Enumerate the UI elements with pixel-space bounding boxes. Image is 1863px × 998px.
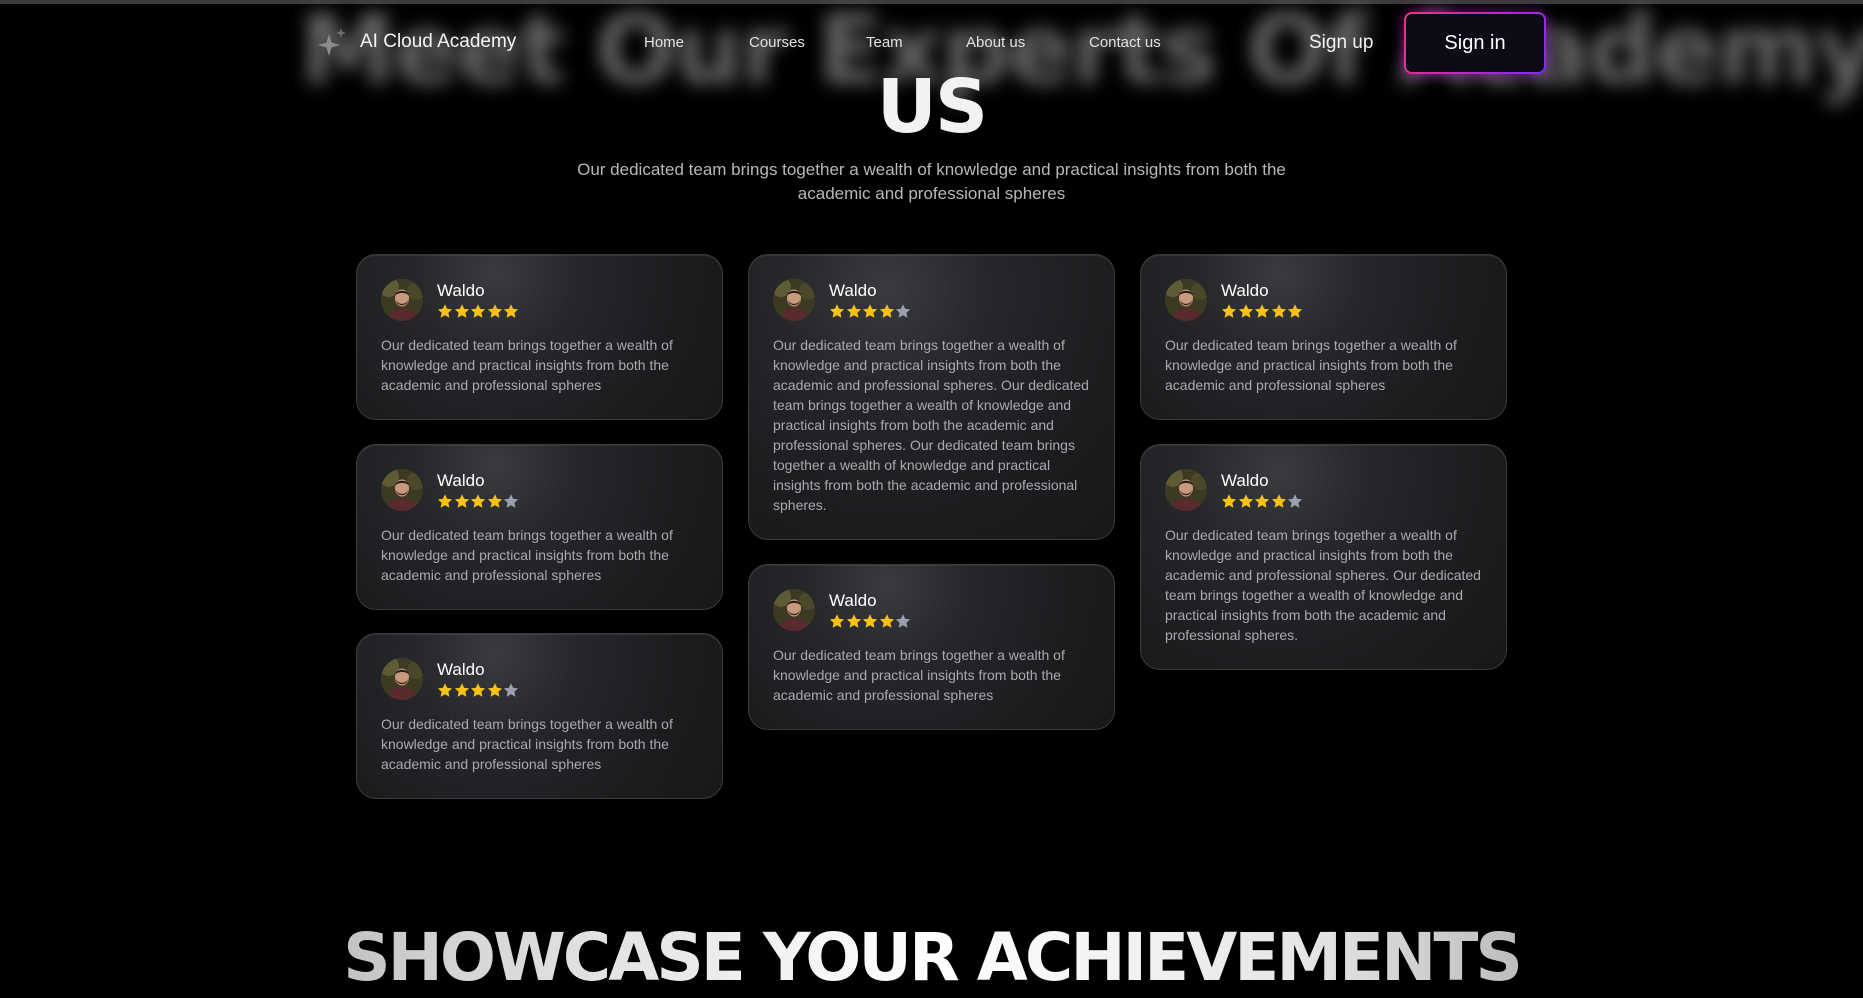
avatar (381, 279, 423, 321)
card-header: Waldo (1165, 279, 1482, 321)
star-rating (437, 682, 520, 698)
reviewer-name: Waldo (437, 281, 485, 300)
star-icon (1287, 494, 1303, 508)
star-icon (895, 304, 911, 318)
star-icon (846, 614, 861, 628)
star-icon (879, 614, 894, 628)
star-icon (503, 494, 519, 508)
card-header: Waldo (1165, 469, 1482, 511)
star-icon (895, 614, 911, 628)
star-icon (470, 683, 486, 697)
star-icon (487, 304, 502, 318)
star-icon (437, 494, 453, 508)
avatar (1165, 279, 1207, 321)
reviewer-name: Waldo (437, 471, 485, 490)
star-icon (470, 304, 486, 318)
avatar (773, 589, 815, 631)
nav-link-team[interactable]: Team (866, 34, 903, 51)
reviewer-name: Waldo (829, 281, 877, 300)
avatar (773, 279, 815, 321)
avatar (381, 658, 423, 700)
nav-link-courses[interactable]: Courses (749, 34, 805, 51)
reviewer-name: Waldo (1221, 281, 1269, 300)
card-header: Waldo (381, 658, 698, 700)
star-icon (470, 494, 486, 508)
star-rating (1221, 303, 1304, 319)
star-rating (829, 303, 912, 319)
star-icon (454, 683, 469, 697)
card-header: Waldo (381, 279, 698, 321)
star-icon (1221, 494, 1237, 508)
nav-link-contact-us[interactable]: Contact us (1089, 34, 1161, 51)
reviewer-name: Waldo (829, 591, 877, 610)
testimonial-text: Our dedicated team brings together a wea… (381, 716, 673, 772)
star-icon (487, 683, 502, 697)
star-icon (862, 614, 878, 628)
sign-up-link[interactable]: Sign up (1309, 32, 1373, 54)
avatar (1165, 469, 1207, 511)
testimonial-card: Waldo Our dedicated team brings together … (356, 254, 723, 420)
testimonial-text: Our dedicated team brings together a wea… (1165, 337, 1457, 393)
star-icon (862, 304, 878, 318)
card-header: Waldo (773, 279, 1090, 321)
section-subtitle: Our dedicated team brings together a wea… (577, 160, 1286, 203)
star-icon (454, 304, 469, 318)
nav-link-home[interactable]: Home (644, 34, 684, 51)
testimonial-text: Our dedicated team brings together a wea… (773, 337, 1089, 513)
sparkle-icon (318, 28, 346, 56)
star-icon (503, 683, 519, 697)
reviewer-name: Waldo (1221, 471, 1269, 490)
avatar (381, 469, 423, 511)
star-icon (437, 683, 453, 697)
testimonial-card: Waldo Our dedicated team brings together … (748, 564, 1115, 730)
star-icon (829, 614, 845, 628)
star-icon (437, 304, 453, 318)
showcase-heading: SHOWCASE YOUR ACHIEVEMENTS (0, 918, 1863, 998)
testimonial-card: Waldo Our dedicated team brings together … (1140, 254, 1507, 420)
testimonial-text: Our dedicated team brings together a wea… (1165, 527, 1481, 643)
card-header: Waldo (381, 469, 698, 511)
star-icon (1254, 304, 1270, 318)
star-rating (829, 613, 912, 629)
star-icon (1254, 494, 1270, 508)
star-rating (437, 303, 520, 319)
card-header: Waldo (773, 589, 1090, 631)
star-rating (437, 493, 520, 509)
star-icon (1271, 494, 1286, 508)
star-rating (1221, 493, 1304, 509)
testimonial-card: Waldo Our dedicated team brings together … (356, 633, 723, 799)
star-icon (1221, 304, 1237, 318)
reviewer-name: Waldo (437, 660, 485, 679)
star-icon (487, 494, 502, 508)
star-icon (846, 304, 861, 318)
testimonial-text: Our dedicated team brings together a wea… (773, 647, 1065, 703)
star-icon (1238, 304, 1253, 318)
top-navigation: AI Cloud Academy Home Courses Team About… (0, 0, 1863, 88)
brand-logo-link[interactable]: AI Cloud Academy (316, 26, 516, 58)
star-icon (879, 304, 894, 318)
testimonial-text: Our dedicated team brings together a wea… (381, 337, 673, 393)
star-icon (454, 494, 469, 508)
testimonial-text: Our dedicated team brings together a wea… (381, 527, 673, 583)
star-icon (1271, 304, 1286, 318)
testimonial-card: Waldo Our dedicated team brings together … (1140, 444, 1507, 670)
nav-link-about-us[interactable]: About us (966, 34, 1025, 51)
testimonial-card: Waldo Our dedicated team brings together … (356, 444, 723, 610)
star-icon (1287, 304, 1303, 318)
brand-name: AI Cloud Academy (360, 31, 517, 52)
star-icon (1238, 494, 1253, 508)
star-icon (829, 304, 845, 318)
star-icon (503, 304, 519, 318)
sign-in-button[interactable]: Sign in (1404, 12, 1546, 74)
testimonial-card: Waldo Our dedicated team brings together … (748, 254, 1115, 540)
